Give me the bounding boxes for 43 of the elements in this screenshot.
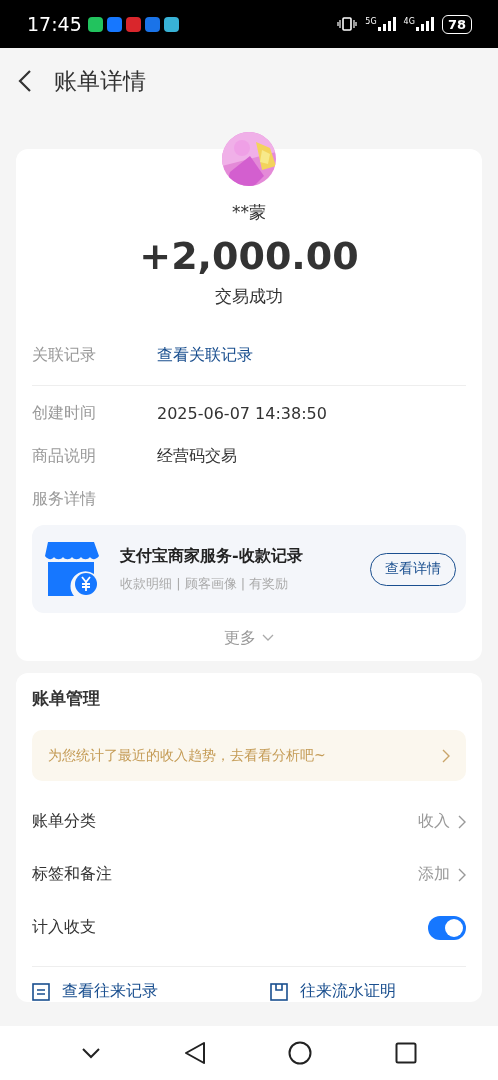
chevron-icon[interactable] [458, 814, 466, 829]
field-label: 服务详情 [32, 489, 97, 510]
vibrate-icon [337, 16, 358, 32]
home-icon[interactable] [288, 1041, 313, 1065]
signal-icon [415, 17, 434, 31]
document-icon[interactable] [270, 982, 288, 1001]
service-subtitle: 收款明细 | 顾客画像 | 有奖励 [120, 574, 290, 593]
field-label: 商品说明 [32, 446, 97, 467]
signal-icon [377, 17, 396, 31]
setting-value[interactable]: 收入 [418, 811, 450, 832]
bottom-link[interactable]: 往来流水证明 [300, 981, 396, 1002]
battery-level: 78 [447, 16, 466, 32]
bottom-link[interactable]: 查看往来记录 [62, 981, 158, 1002]
list-icon[interactable] [32, 982, 50, 1001]
collapse-icon[interactable] [81, 1047, 102, 1059]
payer-name: **蒙 [232, 201, 266, 224]
field-value: 经营码交易 [157, 446, 237, 467]
more-toggle[interactable]: 更多 [224, 625, 274, 651]
setting-value[interactable]: 添加 [418, 864, 450, 885]
section-title: 账单管理 [32, 687, 101, 710]
setting-label: 账单分类 [32, 811, 96, 832]
service-title: 支付宝商家服务-收款记录 [120, 545, 304, 567]
back-icon[interactable] [18, 69, 32, 93]
back-icon[interactable] [183, 1041, 206, 1065]
field-label: 关联记录 [32, 345, 97, 366]
clock: 17:45 [27, 13, 82, 35]
field-value: 2025-06-07 14:38:50 [157, 404, 327, 423]
banner-text[interactable]: 为您统计了最近的收入趋势，去看看分析吧~ [48, 746, 326, 765]
amount: +2,000.00 [139, 233, 359, 280]
shop-icon [42, 540, 100, 598]
transaction-status: 交易成功 [215, 285, 283, 308]
network-label: 4G [403, 17, 415, 26]
field-label: 创建时间 [32, 403, 97, 424]
related-records-link[interactable]: 查看关联记录 [157, 345, 253, 366]
setting-label: 标签和备注 [32, 864, 112, 885]
more-label[interactable]: 更多 [224, 627, 256, 649]
toggle-switch[interactable] [428, 915, 466, 940]
page-title: 账单详情 [54, 66, 146, 96]
income-trend-banner[interactable]: 为您统计了最近的收入趋势，去看看分析吧~ [32, 730, 466, 781]
recents-icon[interactable] [394, 1042, 417, 1064]
network-label: 5G [365, 17, 377, 26]
chevron-icon[interactable] [458, 867, 466, 882]
setting-label: 计入收支 [32, 917, 96, 938]
